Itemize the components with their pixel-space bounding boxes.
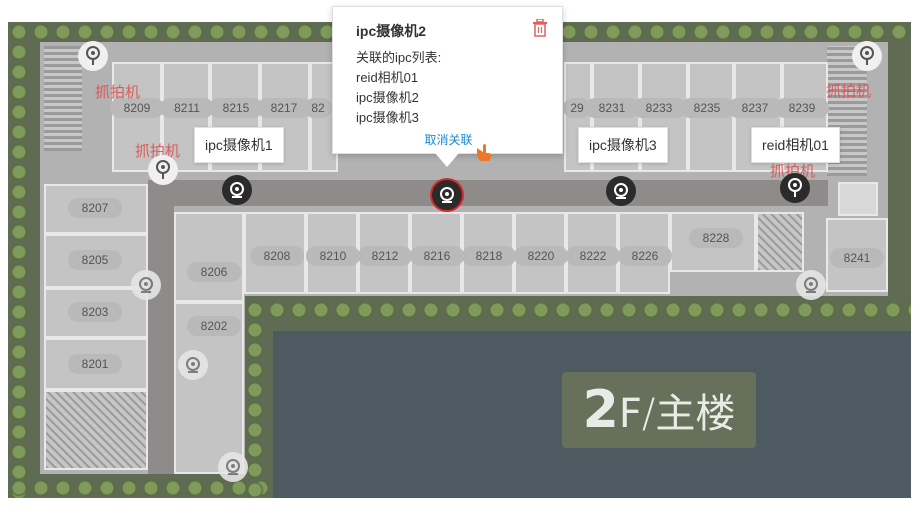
hand-cursor-icon [474,142,494,167]
room-label-8235: 8235 [680,98,734,118]
popup-title: ipc摄像机2 [356,23,427,39]
room-label-8215: 8215 [209,98,263,118]
associated-list-item: ipc摄像机3 [356,110,419,125]
reid-camera-pin-icon[interactable] [780,173,810,203]
room-label-8216: 8216 [410,246,464,266]
room-label-8206: 8206 [187,262,241,282]
building-name: 主楼 [655,391,736,437]
room-label-8210: 8210 [306,246,360,266]
ipc-camera-3-icon[interactable] [606,176,636,206]
capture-label-left-top: 抓拍机 [95,84,141,101]
room-label-8220: 8220 [514,246,568,266]
room-label-8205: 8205 [68,250,122,270]
room-label-8212: 8212 [358,246,412,266]
room-label-8241: 8241 [830,248,884,268]
hatched-area-east [756,212,804,272]
camera-association-popup: ipc摄像机2 关联的ipc列表: reid相机01 ipc摄像机2 ipc摄像… [332,6,563,154]
room-label-8237: 8237 [728,98,782,118]
exit-sign-room [838,182,878,216]
capture-label-right-top: 抓拍机 [826,83,872,100]
floor-unit: F [618,391,642,437]
room-label-8228: 8228 [689,228,743,248]
room-label-82x: 82 [304,98,332,118]
floor-separator: / [641,391,656,437]
floor-sign: 2F/主楼 [562,372,756,448]
associated-list-item: reid相机01 [356,70,419,85]
camera-icon[interactable] [131,270,161,300]
room-label-8239: 8239 [775,98,829,118]
ipc-camera-1-tag[interactable]: ipc摄像机1 [194,127,284,163]
camera-icon[interactable] [178,350,208,380]
room-8206 [174,212,244,302]
trash-icon[interactable] [532,18,548,37]
capture-pin-icon[interactable] [852,41,882,71]
footer-strip [8,498,911,509]
room-label-8218: 8218 [462,246,516,266]
unlink-button[interactable]: 取消关联 [333,131,564,148]
room-label-8233: 8233 [632,98,686,118]
reid-camera-01-tag[interactable]: reid相机01 [751,127,840,163]
shrub-border-left [8,22,32,498]
hatched-area-west [44,390,148,470]
room-label-8217: 8217 [257,98,311,118]
ipc-camera-1-icon[interactable] [222,175,252,205]
associated-list-heading: 关联的ipc列表: [356,50,442,65]
room-label-8226: 8226 [618,246,672,266]
associated-list-item: ipc摄像机2 [356,90,419,105]
room-label-8201: 8201 [68,354,122,374]
camera-icon[interactable] [218,452,248,482]
capture-pin-icon[interactable] [148,155,178,185]
ipc-camera-3-tag[interactable]: ipc摄像机3 [578,127,668,163]
ipc-camera-2-icon[interactable] [432,180,462,210]
capture-pin-icon[interactable] [78,41,108,71]
floor-number: 2 [582,380,619,440]
stairs-west [44,46,82,151]
room-label-8208: 8208 [250,246,304,266]
room-label-8207: 8207 [68,198,122,218]
room-label-8202: 8202 [187,316,241,336]
room-label-8231: 8231 [585,98,639,118]
room-label-8203: 8203 [68,302,122,322]
corridor-west [148,180,174,474]
popup-pointer [435,153,459,167]
room-label-8222: 8222 [566,246,620,266]
shrub-border-water [244,300,911,322]
camera-icon[interactable] [796,270,826,300]
room-label-8211: 8211 [160,98,214,118]
